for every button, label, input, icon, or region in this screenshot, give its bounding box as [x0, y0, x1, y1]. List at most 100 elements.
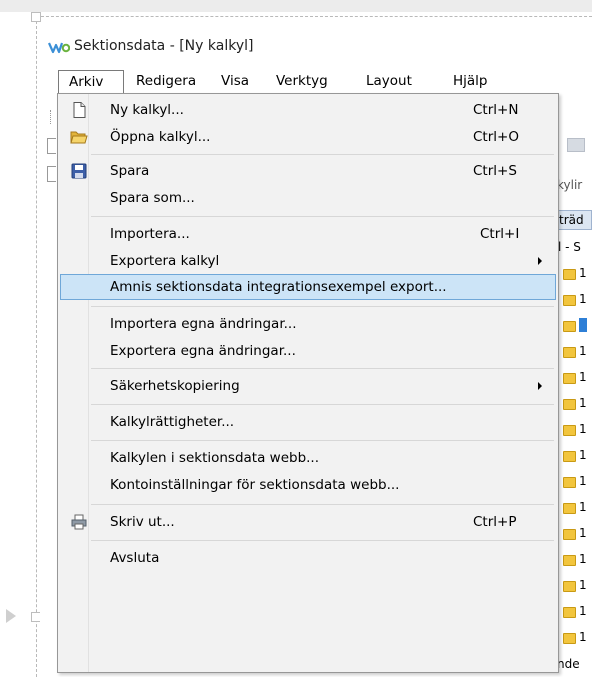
- menu-item-amnis-export[interactable]: Amnis sektionsdata integrationsexempel e…: [60, 274, 556, 300]
- menu-item-label: Exportera kalkyl: [110, 253, 220, 269]
- folder-icon: [563, 529, 576, 540]
- folder-icon: [563, 477, 576, 488]
- menu-redigera[interactable]: Redigera: [136, 73, 196, 89]
- menu-item-kalkylen-webb[interactable]: Kalkylen i sektionsdata webb...: [60, 445, 556, 471]
- menu-separator: [91, 540, 554, 541]
- menu-item-avsluta[interactable]: Avsluta: [60, 545, 556, 571]
- file-menu-dropdown: Ny kalkyl... Ctrl+N Öppna kalkyl... Ctrl…: [57, 93, 559, 673]
- menu-item-exportera-egna[interactable]: Exportera egna ändringar...: [60, 338, 556, 364]
- menu-item-label: Kalkylrättigheter...: [110, 414, 235, 430]
- menu-item-importera-egna[interactable]: Importera egna ändringar...: [60, 311, 556, 337]
- folder-icon: [563, 607, 576, 618]
- menu-item-shortcut: Ctrl+P: [473, 514, 517, 530]
- menu-item-label: Importera egna ändringar...: [110, 316, 297, 332]
- tree-header: träd: [555, 210, 592, 230]
- menu-visa[interactable]: Visa: [221, 73, 249, 89]
- resize-handle-top-left[interactable]: [31, 12, 41, 22]
- menu-separator: [91, 404, 554, 405]
- tree-item[interactable]: 1: [579, 500, 587, 514]
- app-window: Sektionsdata - [Ny kalkyl] Arkiv Rediger…: [40, 30, 592, 673]
- menu-item-label: Kontoinställningar för sektionsdata webb…: [110, 477, 400, 493]
- menu-item-label: Ny kalkyl...: [110, 102, 184, 118]
- tree-item[interactable]: 1: [579, 266, 587, 280]
- menu-separator: [91, 504, 554, 505]
- menu-item-spara-som[interactable]: Spara som...: [60, 185, 556, 211]
- window-title: Sektionsdata - [Ny kalkyl]: [74, 38, 254, 54]
- menu-item-label: Avsluta: [110, 550, 160, 566]
- toolbar-icon[interactable]: [567, 138, 585, 152]
- menu-item-importera[interactable]: Importera... Ctrl+I: [60, 221, 556, 247]
- menu-item-label: Importera...: [110, 226, 190, 242]
- menu-item-ny-kalkyl[interactable]: Ny kalkyl... Ctrl+N: [60, 97, 556, 123]
- menu-item-spara[interactable]: Spara Ctrl+S: [60, 158, 556, 184]
- menu-arkiv[interactable]: Arkiv: [58, 70, 124, 93]
- menu-hjalp[interactable]: Hjälp: [453, 73, 488, 89]
- menu-bar: Arkiv Redigera Visa Verktyg Layout Hjälp: [40, 70, 592, 94]
- folder-icon: [563, 321, 576, 332]
- folder-icon: [563, 269, 576, 280]
- expand-arrow-icon[interactable]: [6, 609, 16, 623]
- background-panel: kylir träd l - S 1 1 1 1 1 1 1 1 1 1 1 1…: [555, 94, 592, 669]
- tree-item[interactable]: 1: [579, 370, 587, 384]
- menu-arkiv-label: Arkiv: [69, 74, 104, 90]
- tree-item[interactable]: 1: [579, 578, 587, 592]
- menu-item-label: Öppna kalkyl...: [110, 129, 211, 145]
- menu-separator: [91, 440, 554, 441]
- folder-icon: [563, 399, 576, 410]
- tree-item[interactable]: 1: [579, 422, 587, 436]
- folder-icon: [563, 373, 576, 384]
- toolbar-fragment: [47, 166, 56, 182]
- menu-item-skriv-ut[interactable]: Skriv ut... Ctrl+P: [60, 509, 556, 535]
- tree-root-label: l - S: [558, 240, 581, 254]
- menu-item-exportera-kalkyl[interactable]: Exportera kalkyl: [60, 248, 556, 274]
- folder-icon: [563, 555, 576, 566]
- folder-icon: [563, 633, 576, 644]
- menu-layout[interactable]: Layout: [366, 73, 412, 89]
- menu-separator: [91, 154, 554, 155]
- new-document-icon: [73, 102, 86, 118]
- open-folder-icon: [70, 131, 88, 144]
- menu-item-label: Skriv ut...: [110, 514, 175, 530]
- menu-item-kontoinstallningar[interactable]: Kontoinställningar för sektionsdata webb…: [60, 472, 556, 498]
- tree-item[interactable]: 1: [579, 604, 587, 618]
- menu-item-label: Kalkylen i sektionsdata webb...: [110, 450, 320, 466]
- tree-item-selected[interactable]: 1: [579, 318, 587, 332]
- folder-icon: [563, 451, 576, 462]
- menu-item-label: Spara: [110, 163, 150, 179]
- menu-item-label: Spara som...: [110, 190, 195, 206]
- menu-item-shortcut: Ctrl+O: [473, 129, 519, 145]
- tree-item[interactable]: 1: [579, 552, 587, 566]
- menu-item-sakerhetskopiering[interactable]: Säkerhetskopiering: [60, 373, 556, 399]
- menu-verktyg[interactable]: Verktyg: [276, 73, 328, 89]
- save-disk-icon: [71, 163, 87, 179]
- submenu-arrow-icon: [538, 382, 542, 390]
- bottom-fragment: nde: [557, 657, 580, 669]
- menu-item-label: Exportera egna ändringar...: [110, 343, 296, 359]
- tab-fragment[interactable]: kylir: [557, 178, 582, 192]
- folder-icon: [563, 425, 576, 436]
- toolbar-grip[interactable]: [50, 110, 55, 124]
- tree-item[interactable]: 1: [579, 292, 587, 306]
- tree-item[interactable]: 1: [579, 630, 587, 644]
- toolbar-fragment: [47, 138, 56, 154]
- tree-item[interactable]: 1: [579, 396, 587, 410]
- menu-item-label: Amnis sektionsdata integrationsexempel e…: [110, 279, 447, 295]
- title-bar: Sektionsdata - [Ny kalkyl]: [40, 30, 592, 64]
- tree-item[interactable]: 1: [579, 474, 587, 488]
- menu-item-label: Säkerhetskopiering: [110, 378, 240, 394]
- tree-item[interactable]: 1: [579, 526, 587, 540]
- tree-header-label: träd: [559, 213, 584, 227]
- tree-item[interactable]: 1: [579, 448, 587, 462]
- menu-separator: [91, 368, 554, 369]
- folder-icon: [563, 581, 576, 592]
- menu-item-kalkylrattigheter[interactable]: Kalkylrättigheter...: [60, 409, 556, 435]
- top-strip: [0, 0, 592, 12]
- folder-icon: [563, 503, 576, 514]
- sektionsdata-logo-icon: [48, 42, 70, 54]
- tree-item[interactable]: 1: [579, 344, 587, 358]
- menu-item-oppna-kalkyl[interactable]: Öppna kalkyl... Ctrl+O: [60, 124, 556, 150]
- submenu-arrow-icon: [538, 257, 542, 265]
- menu-separator: [91, 216, 554, 217]
- menu-item-shortcut: Ctrl+N: [473, 102, 519, 118]
- menu-separator: [91, 306, 554, 307]
